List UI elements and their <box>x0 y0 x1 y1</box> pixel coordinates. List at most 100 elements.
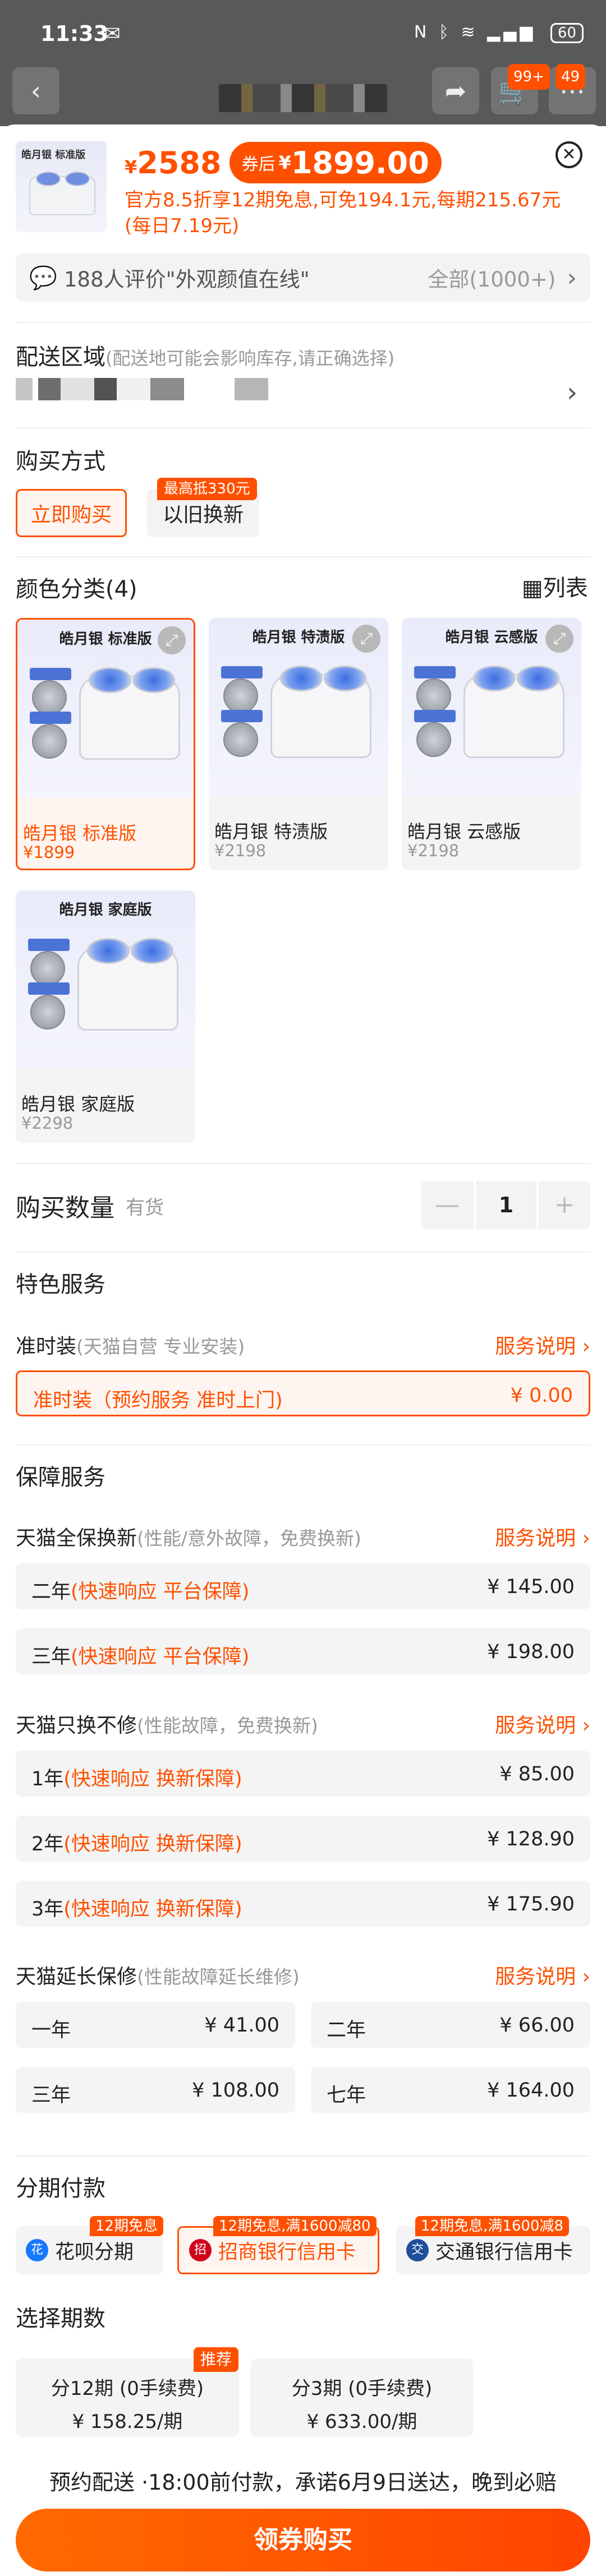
coupon-price-pill: 券后 ¥1899.00 <box>229 142 442 183</box>
option-label: 一年 <box>31 2019 71 2042</box>
variant-name: 皓月银 云感版 <box>407 821 521 842</box>
divider <box>16 1163 590 1164</box>
quantity-minus-button[interactable]: — <box>421 1181 474 1229</box>
period-label: 分12期 (0手续费) <box>50 2378 204 2400</box>
option-price: ¥ 108.00 <box>192 2079 279 2102</box>
service-info-link[interactable]: 服务说明 › <box>495 1330 590 1359</box>
expand-icon[interactable]: ⤢ <box>158 626 186 654</box>
product-image <box>29 172 95 215</box>
color-variant[interactable]: 皓月银 云感版 ⤢ 皓月银 云感版 ¥2198 <box>402 618 581 870</box>
option-label: 3年(快速响应 换新保障) <box>31 1898 242 1921</box>
chevron-right-icon: › <box>582 1335 590 1358</box>
chevron-right-icon: › <box>582 1965 590 1988</box>
extended-warranty-name: 天猫延长保修(性能故障延长维修) <box>16 1965 300 1988</box>
option-price: ¥ 41.00 <box>204 2014 279 2037</box>
coupon-buy-button[interactable]: 领券购买 <box>16 2509 590 2572</box>
guarantee-option[interactable]: 1年(快速响应 换新保障) ¥ 85.00 <box>16 1751 590 1797</box>
option-label: 七年 <box>327 2084 366 2107</box>
review-all: 全部(1000+) <box>428 267 556 292</box>
share-button[interactable]: ➦ <box>432 67 479 114</box>
sku-sheet: 皓月银 标准版 ¥2588 券后 ¥1899.00 ✕ 官方8.5折享12期免息… <box>0 124 606 2576</box>
extended-warranty-option[interactable]: 七年 ¥ 164.00 <box>311 2067 590 2113</box>
pay-method-badge: 12期免息,满1600减80 <box>213 2216 377 2236</box>
guarantee-option[interactable]: 三年(快速响应 平台保障) ¥ 198.00 <box>16 1628 590 1674</box>
list-toggle[interactable]: ▦列表 <box>522 570 588 602</box>
bocom-icon: 交 <box>406 2239 429 2261</box>
period-label: 分3期 (0手续费) <box>291 2378 433 2400</box>
option-label: 2年(快速响应 换新保障) <box>31 1833 242 1855</box>
cart-count-badge: 99+ <box>508 64 550 90</box>
review-bar[interactable]: 💬 188人评价"外观颜值在线" 全部(1000+) › <box>16 253 590 302</box>
chevron-right-icon: › <box>582 1714 590 1737</box>
blurred-address[interactable] <box>16 378 268 400</box>
extended-warranty-option[interactable]: 一年 ¥ 41.00 <box>16 2002 295 2048</box>
variant-name: 皓月银 家庭版 <box>21 1093 135 1115</box>
guarantee-option[interactable]: 3年(快速响应 换新保障) ¥ 175.90 <box>16 1881 590 1927</box>
option-price: ¥ 66.00 <box>499 2014 575 2037</box>
color-variant[interactable]: 皓月银 家庭版 皓月银 家庭版 ¥2298 <box>16 890 195 1143</box>
huabei-icon: 花 <box>26 2239 48 2261</box>
chevron-right-icon[interactable]: › <box>567 377 577 408</box>
blurred-title <box>219 84 387 112</box>
original-price: ¥2588 <box>125 145 222 181</box>
expand-icon[interactable]: ⤢ <box>352 625 380 653</box>
stock-status: 有货 <box>126 1197 164 1219</box>
delivery-area-hint: (配送地可能会影响库存,请正确选择) <box>105 348 395 369</box>
variant-price: ¥1899 <box>23 843 75 862</box>
option-price: ¥ 0.00 <box>510 1384 573 1407</box>
pay-method-badge: 12期免息,满1600减8 <box>415 2216 570 2236</box>
option-label: 二年 <box>327 2019 366 2042</box>
wechat-icon: ✉ <box>104 22 121 45</box>
period-amount: ¥ 633.00/期 <box>306 2411 417 2433</box>
quantity-input[interactable]: 1 <box>476 1181 536 1229</box>
close-icon[interactable]: ✕ <box>556 141 582 168</box>
period-title: 选择期数 <box>16 2306 105 2332</box>
buy-now-option[interactable]: 立即购买 <box>16 489 127 537</box>
thumbnail-tag: 皓月银 标准版 <box>21 149 86 161</box>
color-variant[interactable]: 皓月银 特渍版 ⤢ 皓月银 特渍版 ¥2198 <box>209 618 388 870</box>
service-info-link[interactable]: 服务说明 › <box>495 1709 590 1738</box>
quantity-label: 购买数量 <box>16 1194 114 1222</box>
guarantee-title: 保障服务 <box>16 1465 105 1490</box>
special-service-option[interactable]: 准时装（预约服务 准时上门) ¥ 0.00 <box>16 1370 590 1416</box>
chevron-left-icon: ‹ <box>30 76 42 106</box>
chevron-right-icon: › <box>567 263 577 292</box>
guarantee-option[interactable]: 二年(快速响应 平台保障) ¥ 145.00 <box>16 1563 590 1609</box>
color-title: 颜色分类(4) <box>16 576 137 602</box>
service-info-link[interactable]: 服务说明 › <box>495 1522 590 1551</box>
option-price: ¥ 164.00 <box>487 2079 575 2102</box>
extended-warranty-option[interactable]: 二年 ¥ 66.00 <box>311 2002 590 2048</box>
divider <box>16 2155 590 2157</box>
service-info-link[interactable]: 服务说明 › <box>495 1960 590 1989</box>
chat-bubble-icon: 💬 <box>29 265 57 291</box>
option-label: 二年(快速响应 平台保障) <box>31 1581 250 1603</box>
option-label: 三年(快速响应 平台保障) <box>31 1646 250 1668</box>
battery-icon: 60 <box>550 23 584 43</box>
period-option[interactable]: 分3期 (0手续费) ¥ 633.00/期 <box>250 2358 474 2437</box>
cmb-icon: 招 <box>189 2239 212 2261</box>
color-variant[interactable]: 皓月银 标准版 ⤢ 皓月银 标准版 ¥1899 <box>16 618 195 870</box>
review-summary: 188人评价"外观颜值在线" <box>64 267 310 292</box>
share-icon: ➦ <box>444 76 467 106</box>
divider <box>16 556 590 557</box>
full-replace-name: 天猫全保换新(性能/意外故障，免费换新) <box>16 1527 361 1550</box>
status-icons: N ᛒ ≋ ▂▄▆ 60 <box>414 22 584 43</box>
expand-icon[interactable]: ⤢ <box>545 625 573 653</box>
special-service-name: 准时装(天猫自营 专业安装) <box>16 1335 245 1358</box>
pay-method-badge: 12期免息 <box>90 2216 164 2236</box>
option-label: 1年(快速响应 换新保障) <box>31 1768 242 1790</box>
option-price: ¥ 85.00 <box>499 1763 575 1785</box>
status-time: 11:33 <box>40 21 108 46</box>
delivery-area-title: 配送区域(配送地可能会影响库存,请正确选择) <box>16 344 395 370</box>
option-label: 三年 <box>31 2084 71 2107</box>
status-bar: 11:33 ✉ N ᛒ ≋ ▂▄▆ 60 <box>0 0 606 67</box>
guarantee-option[interactable]: 2年(快速响应 换新保障) ¥ 128.90 <box>16 1816 590 1862</box>
product-thumbnail[interactable]: 皓月银 标准版 <box>16 141 107 232</box>
extended-warranty-option[interactable]: 三年 ¥ 108.00 <box>16 2067 295 2113</box>
option-price: ¥ 145.00 <box>487 1576 575 1598</box>
back-button[interactable]: ‹ <box>12 67 59 114</box>
promo-text: 官方8.5折享12期免息,可免194.1元,每期215.67元(每日7.19元) <box>125 189 561 237</box>
top-nav: ‹ ➦ 🛒 ⋯ 99+ 49 <box>0 64 606 126</box>
quantity-plus-button[interactable]: + <box>539 1181 590 1229</box>
recommended-badge: 推荐 <box>194 2347 239 2372</box>
